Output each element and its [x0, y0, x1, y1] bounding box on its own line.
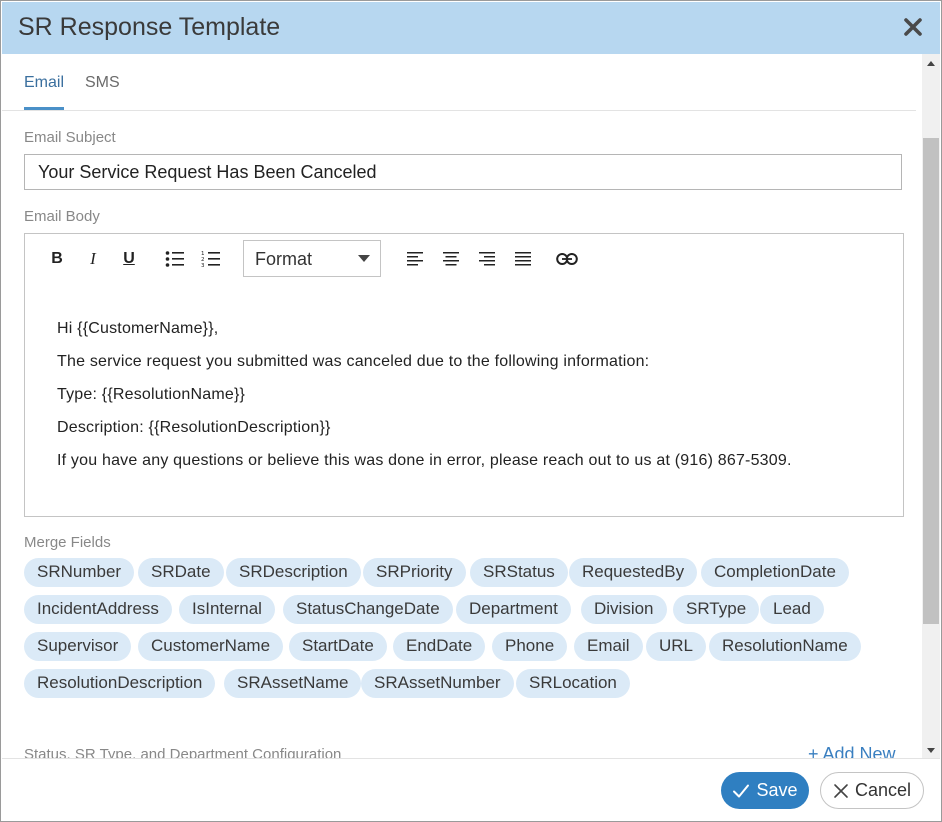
align-right-button[interactable]: [476, 248, 498, 270]
body-line: Hi {{CustomerName}},: [57, 320, 219, 337]
align-center-button[interactable]: [440, 248, 462, 270]
bullet-list-button[interactable]: [164, 248, 186, 270]
merge-field-chip[interactable]: SRDescription: [226, 558, 361, 587]
merge-field-chip[interactable]: SRPriority: [363, 558, 466, 587]
body-line: Description: {{ResolutionDescription}}: [57, 419, 331, 436]
tab-divider: [2, 110, 916, 111]
align-left-icon: [407, 252, 423, 266]
merge-field-chip[interactable]: EndDate: [393, 632, 486, 661]
merge-field-chip[interactable]: URL: [646, 632, 707, 661]
sr-response-template-dialog: SR Response Template Email SMS Email Sub…: [0, 0, 942, 822]
bullet-list-icon: [165, 251, 184, 267]
scroll-up-arrow-icon[interactable]: [927, 61, 935, 66]
link-button[interactable]: [556, 248, 578, 270]
merge-field-chip[interactable]: Department: [456, 595, 571, 624]
align-justify-button[interactable]: [512, 248, 534, 270]
merge-field-chip[interactable]: Division: [581, 595, 667, 624]
align-right-icon: [479, 252, 495, 266]
save-button[interactable]: Save: [721, 772, 809, 809]
merge-field-chip[interactable]: IncidentAddress: [24, 595, 172, 624]
merge-field-chip[interactable]: SRNumber: [24, 558, 135, 587]
body-line: Type: {{ResolutionName}}: [57, 386, 246, 403]
scroll-down-arrow-icon[interactable]: [927, 748, 935, 753]
merge-field-chip[interactable]: CompletionDate: [701, 558, 849, 587]
email-body-label: Email Body: [24, 208, 100, 225]
content-scrollbar[interactable]: [922, 54, 940, 758]
close-icon: [833, 783, 849, 799]
check-icon: [732, 783, 750, 799]
merge-field-chip[interactable]: Phone: [492, 632, 568, 661]
close-icon: [904, 18, 922, 36]
format-dropdown[interactable]: Format: [243, 240, 381, 277]
align-justify-icon: [515, 252, 531, 266]
cancel-button[interactable]: Cancel: [820, 772, 924, 809]
merge-field-chip[interactable]: SRType: [673, 595, 760, 624]
numbered-list-icon: 1 2 3: [201, 251, 220, 268]
merge-field-chip[interactable]: Lead: [760, 595, 824, 624]
merge-field-chip[interactable]: IsInternal: [179, 595, 275, 624]
align-center-icon: [443, 252, 459, 266]
chevron-down-icon: [358, 255, 370, 262]
merge-field-chip[interactable]: SRStatus: [470, 558, 568, 587]
underline-button[interactable]: U: [118, 248, 140, 270]
svg-text:3: 3: [201, 263, 205, 268]
format-dropdown-label: Format: [255, 249, 313, 269]
numbered-list-button[interactable]: 1 2 3: [200, 248, 222, 270]
merge-field-chip[interactable]: ResolutionName: [709, 632, 861, 661]
align-left-button[interactable]: [404, 248, 426, 270]
bold-button[interactable]: B: [46, 248, 68, 270]
save-button-label: Save: [756, 780, 798, 800]
merge-field-chip[interactable]: SRDate: [138, 558, 224, 587]
email-subject-label: Email Subject: [24, 129, 116, 146]
merge-field-chip[interactable]: StatusChangeDate: [283, 595, 453, 624]
body-line: The service request you submitted was ca…: [57, 353, 650, 370]
link-icon: [556, 253, 578, 265]
merge-field-chip[interactable]: CustomerName: [138, 632, 284, 661]
close-button[interactable]: [900, 14, 926, 40]
dialog-content: Email SMS Email Subject Email Body B I U…: [2, 54, 922, 758]
cancel-button-label: Cancel: [854, 780, 912, 800]
merge-field-chip[interactable]: SRAssetNumber: [361, 669, 514, 698]
email-body-editor[interactable]: B I U 1 2 3 Format Hi {{CustomerName}}, …: [24, 233, 904, 517]
config-section-label: Status, SR Type, and Department Configur…: [24, 746, 342, 758]
merge-field-chip[interactable]: Email: [574, 632, 643, 661]
merge-field-chip[interactable]: SRLocation: [516, 669, 630, 698]
merge-field-chip[interactable]: StartDate: [289, 632, 387, 661]
merge-field-chip[interactable]: RequestedBy: [569, 558, 698, 587]
merge-field-chip[interactable]: Supervisor: [24, 632, 132, 661]
add-new-link[interactable]: + Add New: [808, 744, 896, 758]
merge-field-chip[interactable]: SRAssetName: [224, 669, 362, 698]
italic-button[interactable]: I: [82, 248, 104, 270]
tab-sms[interactable]: SMS: [85, 72, 120, 110]
dialog-titlebar: SR Response Template: [2, 2, 940, 54]
merge-fields-label: Merge Fields: [24, 534, 111, 551]
scrollbar-thumb[interactable]: [923, 138, 939, 624]
email-body-content[interactable]: Hi {{CustomerName}}, The service request…: [57, 312, 792, 477]
dialog-footer: Save Cancel: [2, 758, 940, 821]
config-section-header: Status, SR Type, and Department Configur…: [24, 744, 914, 758]
tab-email[interactable]: Email: [24, 72, 65, 110]
body-line: If you have any questions or believe thi…: [57, 452, 792, 469]
merge-field-chip[interactable]: ResolutionDescription: [24, 669, 216, 698]
email-subject-input[interactable]: [24, 154, 902, 190]
dialog-title: SR Response Template: [18, 13, 281, 41]
